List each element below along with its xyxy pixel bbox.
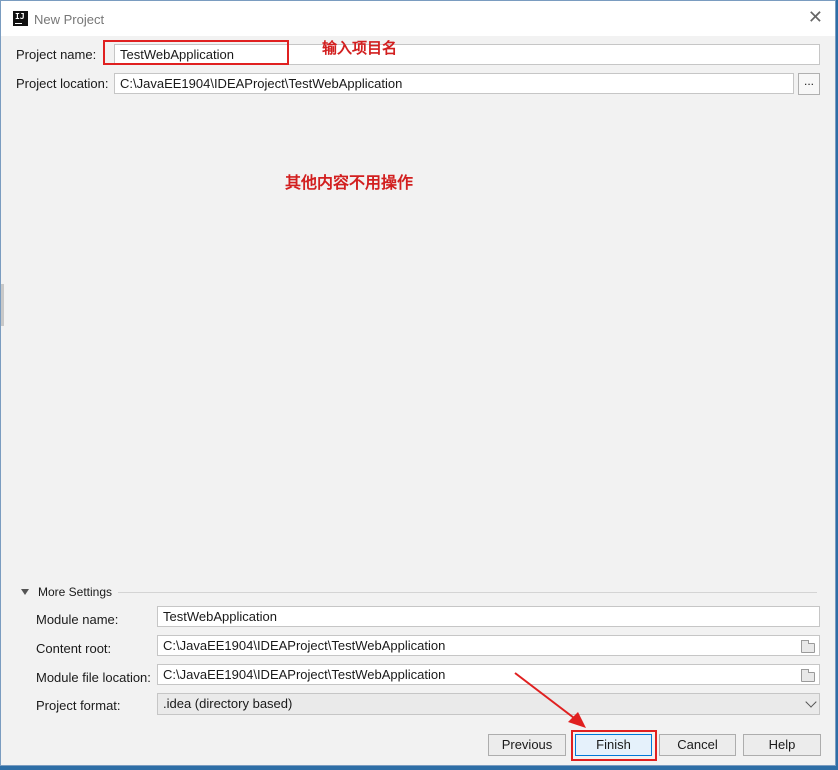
project-format-select[interactable]: .idea (directory based) — [157, 693, 820, 715]
project-name-label: Project name: — [16, 47, 97, 62]
window-edge-marker — [1, 284, 4, 326]
project-name-highlight — [103, 40, 289, 65]
cancel-button[interactable]: Cancel — [659, 734, 736, 756]
more-settings-divider — [118, 592, 817, 593]
finish-button[interactable]: Finish — [575, 734, 652, 756]
close-icon[interactable]: ✕ — [808, 7, 823, 28]
module-file-location-label: Module file location: — [36, 670, 151, 685]
content-root-input[interactable]: C:\JavaEE1904\IDEAProject\TestWebApplica… — [157, 635, 820, 656]
annotation-no-other-changes: 其他内容不用操作 — [285, 173, 414, 192]
title-bar: IJ New Project ✕ — [1, 1, 835, 36]
content-root-label: Content root: — [36, 641, 112, 656]
annotation-enter-name: 输入项目名 — [322, 39, 398, 57]
window-title: New Project — [34, 12, 105, 27]
help-button[interactable]: Help — [743, 734, 821, 756]
project-format-label: Project format: — [36, 698, 121, 713]
module-name-input[interactable]: TestWebApplication — [157, 606, 820, 627]
module-name-label: Module name: — [36, 612, 119, 627]
folder-icon[interactable] — [801, 669, 815, 682]
folder-icon[interactable] — [801, 640, 815, 653]
more-settings-label: More Settings — [38, 585, 113, 599]
more-settings-toggle[interactable]: More Settings — [21, 585, 112, 599]
previous-button[interactable]: Previous — [488, 734, 566, 756]
browse-location-button[interactable]: ... — [798, 73, 820, 95]
new-project-dialog: IJ New Project ✕ Project name: TestWebAp… — [0, 0, 836, 766]
triangle-down-icon — [21, 589, 29, 595]
intellij-idea-icon: IJ — [13, 11, 28, 26]
annotation-arrow — [514, 672, 586, 728]
project-location-input[interactable]: C:\JavaEE1904\IDEAProject\TestWebApplica… — [114, 73, 794, 94]
project-location-label: Project location: — [16, 76, 109, 91]
module-file-location-input[interactable]: C:\JavaEE1904\IDEAProject\TestWebApplica… — [157, 664, 820, 685]
